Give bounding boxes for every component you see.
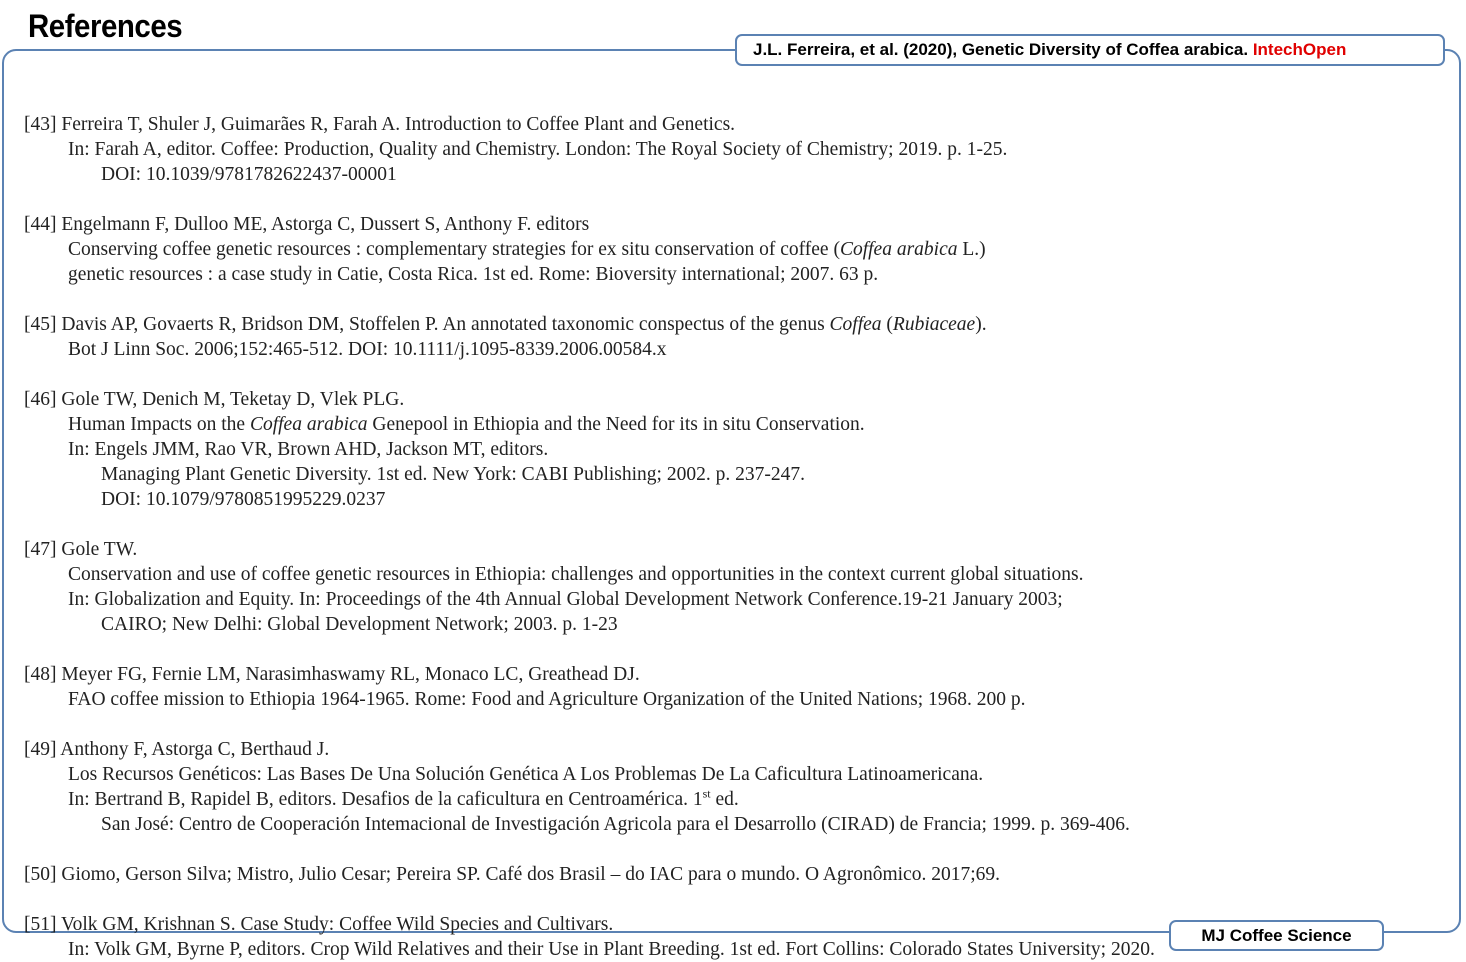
- reference-text: Los Recursos Genéticos: Las Bases De Una…: [68, 764, 984, 785]
- reference-line: [45] Davis AP, Govaerts R, Bridson DM, S…: [24, 312, 1155, 337]
- reference-text: [48] Meyer FG, Fernie LM, Narasimhaswamy…: [24, 664, 640, 685]
- reference-item: [45] Davis AP, Govaerts R, Bridson DM, S…: [24, 312, 1155, 362]
- reference-text: [45] Davis AP, Govaerts R, Bridson DM, S…: [24, 314, 830, 335]
- reference-line: Conserving coffee genetic resources : co…: [24, 237, 1155, 262]
- reference-item: [50] Giomo, Gerson Silva; Mistro, Julio …: [24, 862, 1155, 887]
- reference-text: In: Globalization and Equity. In: Procee…: [68, 589, 1063, 610]
- reference-line: DOI: 10.1039/9781782622437-00001: [24, 162, 1155, 187]
- reference-line: [49] Anthony F, Astorga C, Berthaud J.: [24, 737, 1155, 762]
- page-title: References: [28, 8, 183, 44]
- reference-text: In: Volk GM, Byrne P, editors. Crop Wild…: [68, 939, 1155, 960]
- reference-line: In: Globalization and Equity. In: Procee…: [24, 587, 1155, 612]
- reference-line: Los Recursos Genéticos: Las Bases De Una…: [24, 762, 1155, 787]
- reference-item: [44] Engelmann F, Dulloo ME, Astorga C, …: [24, 212, 1155, 287]
- reference-text: [50] Giomo, Gerson Silva; Mistro, Julio …: [24, 864, 1000, 885]
- reference-text: [47] Gole TW.: [24, 539, 138, 560]
- reference-line: [51] Volk GM, Krishnan S. Case Study: Co…: [24, 912, 1155, 937]
- reference-text: [49] Anthony F, Astorga C, Berthaud J.: [24, 739, 330, 760]
- reference-text: San José: Centro de Cooperación Intemaci…: [101, 814, 1130, 835]
- reference-line: [50] Giomo, Gerson Silva; Mistro, Julio …: [24, 862, 1155, 887]
- reference-line: In: Farah A, editor. Coffee: Production,…: [24, 137, 1155, 162]
- reference-line: CAIRO; New Delhi: Global Development Net…: [24, 612, 1155, 637]
- reference-line: [43] Ferreira T, Shuler J, Guimarães R, …: [24, 112, 1155, 137]
- reference-line: Human Impacts on the Coffea arabica Gene…: [24, 412, 1155, 437]
- references-frame: [43] Ferreira T, Shuler J, Guimarães R, …: [2, 49, 1461, 960]
- reference-line: [48] Meyer FG, Fernie LM, Narasimhaswamy…: [24, 662, 1155, 687]
- reference-item: [47] Gole TW. Conservation and use of cof…: [24, 537, 1155, 637]
- citation-publisher: IntechOpen: [1252, 40, 1347, 59]
- italic-text: Coffea arabica: [249, 414, 368, 435]
- reference-text: [43] Ferreira T, Shuler J, Guimarães R, …: [24, 114, 736, 135]
- superscript-text: st: [702, 786, 711, 801]
- reference-item: [46] Gole TW, Denich M, Teketay D, Vlek …: [24, 387, 1155, 512]
- reference-text: DOI: 10.1079/9780851995229.0237: [101, 489, 386, 510]
- reference-text: Human Impacts on the: [68, 414, 250, 435]
- reference-line: DOI: 10.1079/9780851995229.0237: [24, 487, 1155, 512]
- reference-text: L.): [957, 239, 986, 260]
- reference-text: Bot J Linn Soc. 2006;152:465-512. DOI: 1…: [68, 339, 667, 360]
- italic-text: Coffea: [829, 314, 882, 335]
- references-list: [43] Ferreira T, Shuler J, Guimarães R, …: [24, 112, 1155, 962]
- reference-line: [44] Engelmann F, Dulloo ME, Astorga C, …: [24, 212, 1155, 237]
- reference-text: Conservation and use of coffee genetic r…: [68, 564, 1084, 585]
- reference-item: [43] Ferreira T, Shuler J, Guimarães R, …: [24, 112, 1155, 187]
- reference-line: [47] Gole TW.: [24, 537, 1155, 562]
- reference-text: Conserving coffee genetic resources : co…: [68, 239, 840, 260]
- reference-line: San José: Centro de Cooperación Intemaci…: [24, 812, 1155, 837]
- reference-text: [51] Volk GM, Krishnan S. Case Study: Co…: [24, 914, 614, 935]
- reference-text: ).: [975, 314, 987, 335]
- reference-line: In: Bertrand B, Rapidel B, editors. Desa…: [24, 787, 1155, 812]
- reference-text: ed.: [710, 789, 739, 810]
- reference-line: Bot J Linn Soc. 2006;152:465-512. DOI: 1…: [24, 337, 1155, 362]
- reference-text: Managing Plant Genetic Diversity. 1st ed…: [101, 464, 805, 485]
- reference-text: In: Engels JMM, Rao VR, Brown AHD, Jacks…: [68, 439, 549, 460]
- reference-text: CAIRO; New Delhi: Global Development Net…: [101, 614, 618, 635]
- reference-line: genetic resources : a case study in Cati…: [24, 262, 1155, 287]
- reference-line: Conservation and use of coffee genetic r…: [24, 562, 1155, 587]
- reference-line: Managing Plant Genetic Diversity. 1st ed…: [24, 462, 1155, 487]
- italic-text: Coffea arabica: [839, 239, 958, 260]
- reference-line: [46] Gole TW, Denich M, Teketay D, Vlek …: [24, 387, 1155, 412]
- citation-badge: J.L. Ferreira, et al. (2020), Genetic Di…: [735, 34, 1445, 66]
- reference-item: [51] Volk GM, Krishnan S. Case Study: Co…: [24, 912, 1155, 962]
- footer-badge: MJ Coffee Science: [1169, 920, 1384, 951]
- italic-text: Rubiaceae: [892, 314, 976, 335]
- reference-item: [48] Meyer FG, Fernie LM, Narasimhaswamy…: [24, 662, 1155, 712]
- reference-line: In: Engels JMM, Rao VR, Brown AHD, Jacks…: [24, 437, 1155, 462]
- reference-line: In: Volk GM, Byrne P, editors. Crop Wild…: [24, 937, 1155, 962]
- reference-text: DOI: 10.1039/9781782622437-00001: [101, 164, 397, 185]
- reference-text: [44] Engelmann F, Dulloo ME, Astorga C, …: [24, 214, 590, 235]
- reference-text: In: Bertrand B, Rapidel B, editors. Desa…: [68, 789, 703, 810]
- reference-item: [49] Anthony F, Astorga C, Berthaud J. Lo…: [24, 737, 1155, 837]
- reference-text: [46] Gole TW, Denich M, Teketay D, Vlek …: [24, 389, 405, 410]
- reference-line: FAO coffee mission to Ethiopia 1964-1965…: [24, 687, 1155, 712]
- reference-text: FAO coffee mission to Ethiopia 1964-1965…: [68, 689, 1026, 710]
- reference-text: genetic resources : a case study in Cati…: [68, 264, 879, 285]
- reference-text: In: Farah A, editor. Coffee: Production,…: [68, 139, 1008, 160]
- citation-text: J.L. Ferreira, et al. (2020), Genetic Di…: [753, 40, 1253, 59]
- reference-text: Genepool in Ethiopia and the Need for it…: [367, 414, 865, 435]
- reference-text: (: [881, 314, 893, 335]
